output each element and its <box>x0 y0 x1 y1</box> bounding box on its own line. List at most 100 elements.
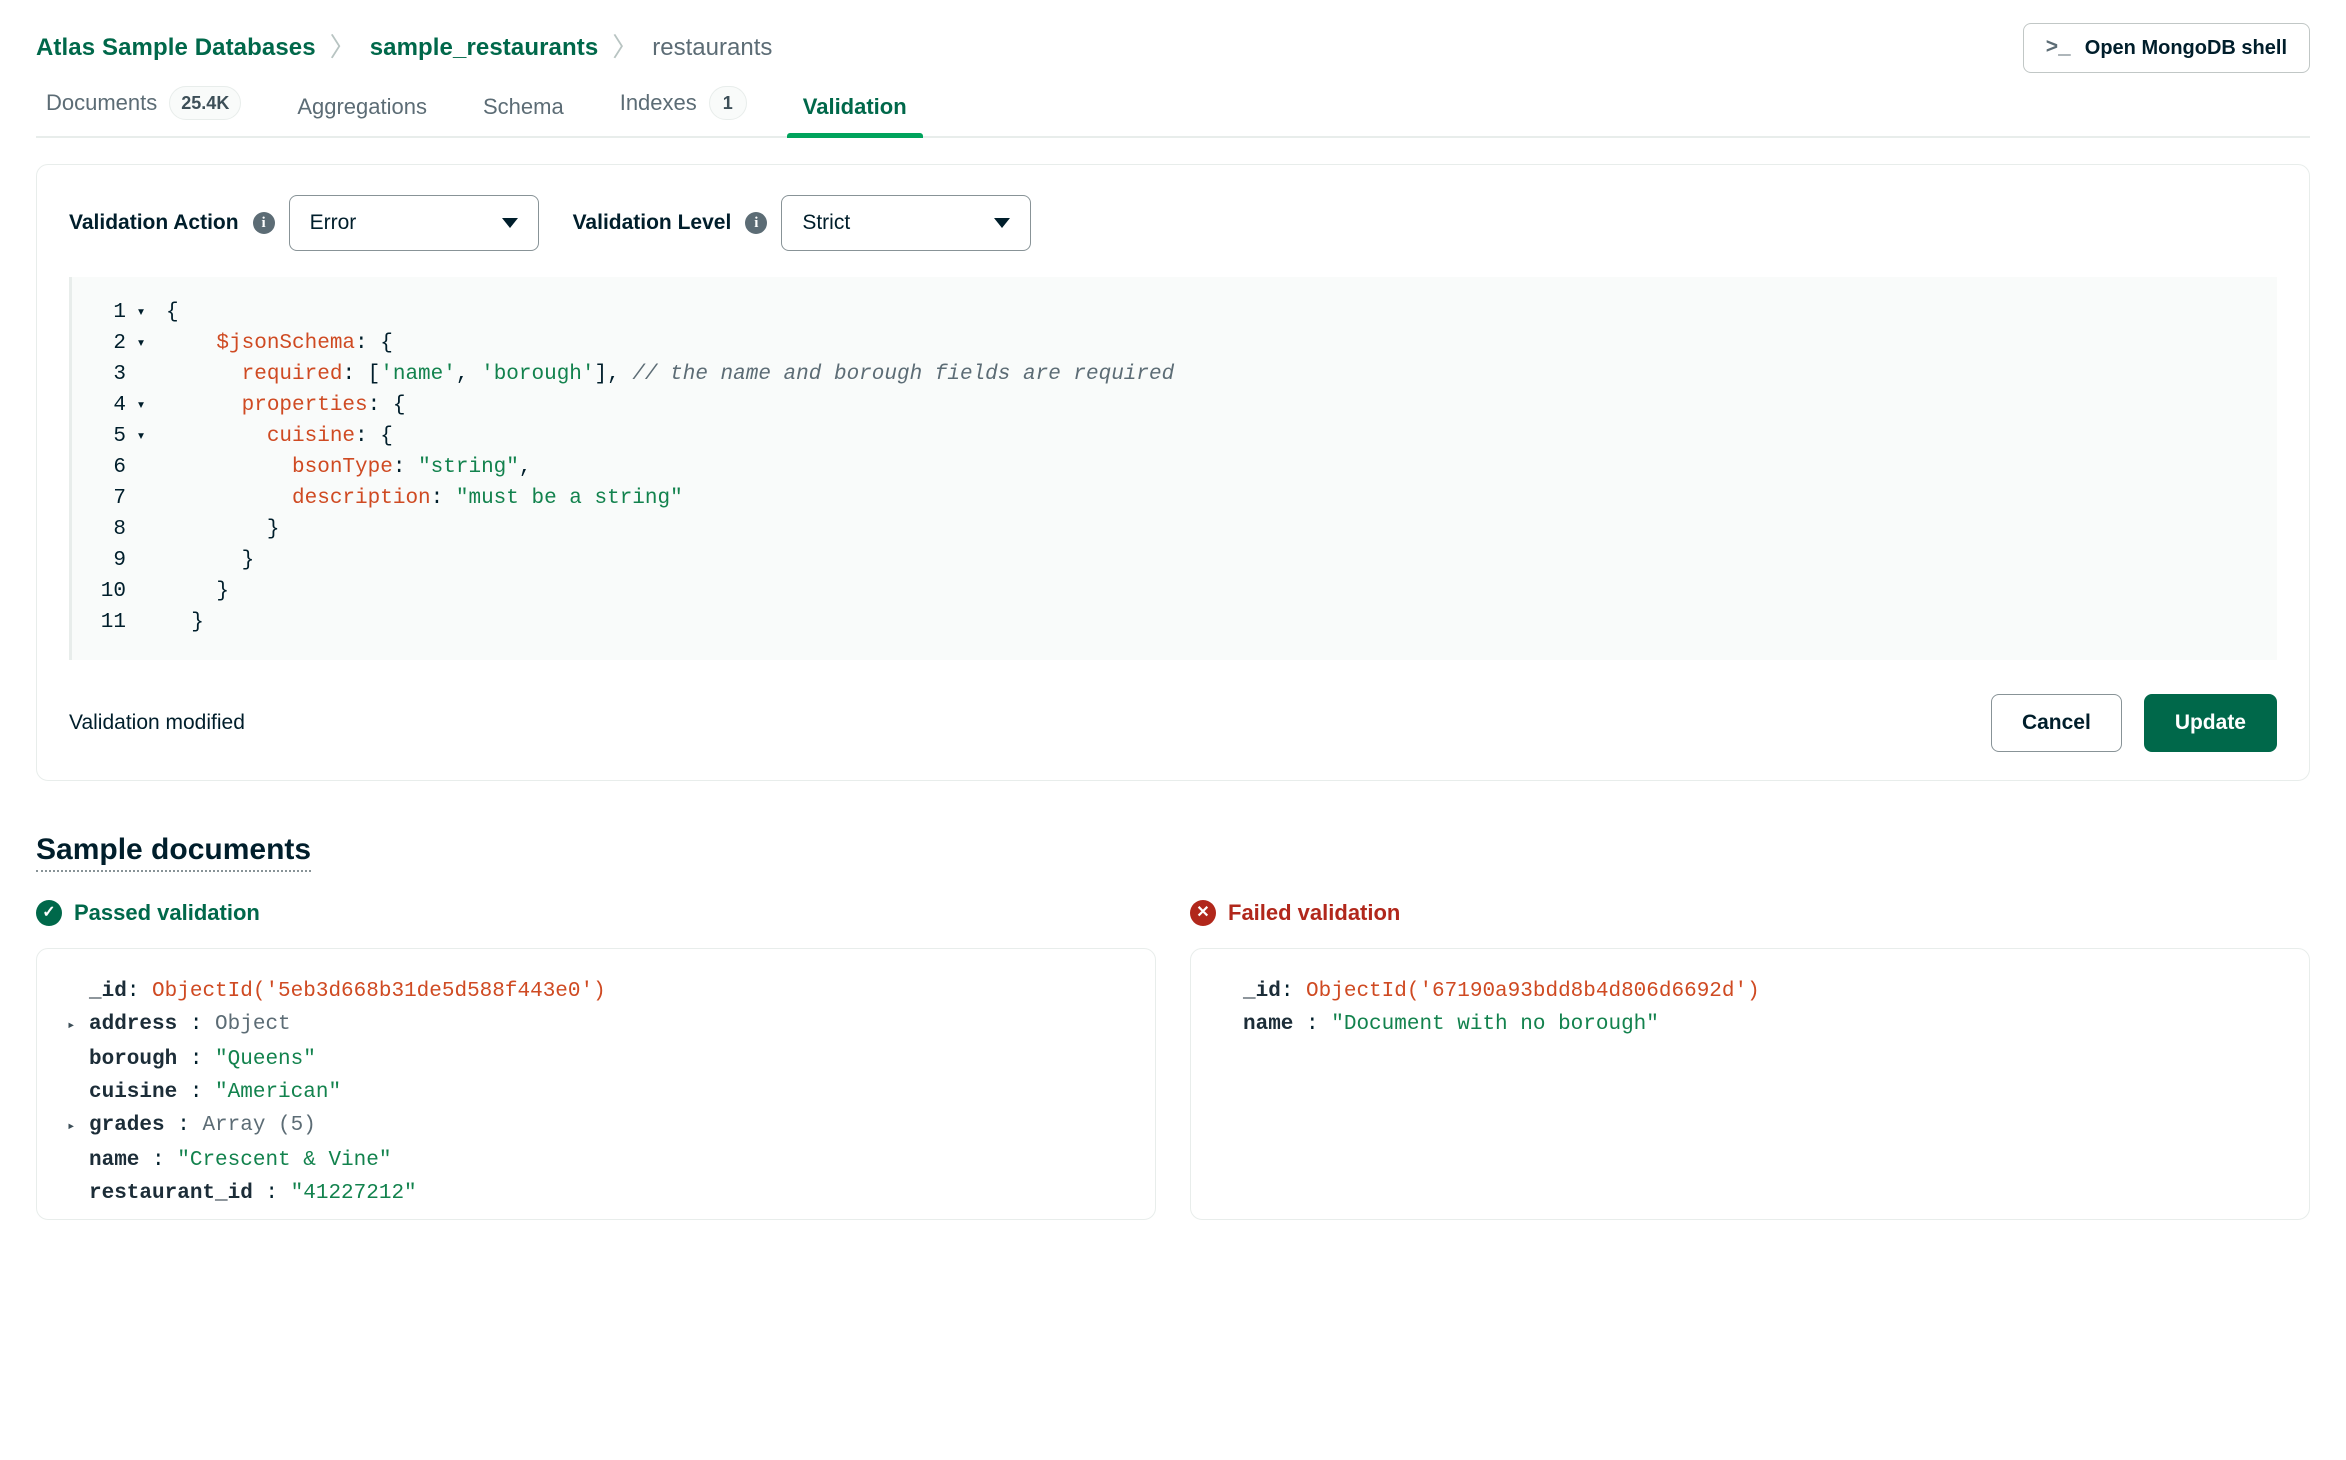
code-text: required: ['name', 'borough'], // the na… <box>166 363 1175 386</box>
update-button[interactable]: Update <box>2143 694 2277 752</box>
document-field-key: _id <box>89 980 127 1003</box>
document-field-value: ObjectId('5eb3d668b31de5d588f443e0') <box>152 980 606 1003</box>
tab-schema[interactable]: Schema <box>455 94 592 136</box>
document-field-value: "Document with no borough" <box>1331 1013 1659 1036</box>
passed-document-card[interactable]: _id: ObjectId('5eb3d668b31de5d588f443e0'… <box>36 948 1156 1220</box>
validation-status-text: Validation modified <box>69 711 245 734</box>
line-number: 11 <box>100 611 126 634</box>
document-field-value: ObjectId('67190a93bdd8b4d806d6692d') <box>1306 980 1760 1003</box>
top-bar: Atlas Sample Databases 〉 sample_restaura… <box>36 0 2310 73</box>
document-field-key: _id <box>1243 980 1281 1003</box>
document-field-value: "41227212" <box>290 1182 417 1205</box>
document-field-separator: : <box>177 1013 216 1036</box>
code-line: 3 required: ['name', 'borough'], // the … <box>72 359 2277 390</box>
document-field-key: name <box>1243 1013 1294 1036</box>
cancel-button[interactable]: Cancel <box>1990 694 2122 752</box>
document-field-value: "Crescent & Vine" <box>177 1149 392 1172</box>
fold-toggle-icon[interactable]: ▾ <box>126 328 156 359</box>
document-field-separator: : <box>164 1114 203 1137</box>
tab-indexes-label: Indexes <box>619 90 697 115</box>
document-field-key: address <box>89 1013 178 1036</box>
open-mongodb-shell-button[interactable]: >_ Open MongoDB shell <box>2022 23 2310 73</box>
info-icon[interactable]: i <box>252 212 275 234</box>
validation-level-value: Strict <box>802 211 851 234</box>
validation-action-label: Validation Action <box>69 211 239 234</box>
document-field-row: ▸ grades : Array (5) <box>67 1109 1125 1144</box>
document-field-row: ▸ address : Object <box>67 1008 1125 1043</box>
line-number: 1 <box>113 301 126 324</box>
passed-validation-status: ✓ Passed validation <box>36 900 1156 926</box>
document-field-row: borough : "Queens" <box>67 1043 1125 1076</box>
document-field-key: restaurant_id <box>89 1182 253 1205</box>
document-field-key: borough <box>89 1048 178 1071</box>
code-line: 7 description: "must be a string" <box>72 483 2277 514</box>
code-text: } <box>166 518 280 541</box>
document-field-row: _id: ObjectId('5eb3d668b31de5d588f443e0'… <box>67 975 1125 1008</box>
line-number: 10 <box>100 580 126 603</box>
expand-arrow-icon[interactable]: ▸ <box>67 1111 89 1144</box>
line-number: 7 <box>113 487 126 510</box>
passed-validation-column: ✓ Passed validation _id: ObjectId('5eb3d… <box>36 900 1156 1220</box>
line-number: 9 <box>113 549 126 572</box>
code-line: 4 ▾ properties: { <box>72 390 2277 421</box>
passed-validation-label: Passed validation <box>74 900 260 925</box>
fold-toggle-icon[interactable]: ▾ <box>126 297 156 328</box>
document-field-row: name : "Document with no borough" <box>1221 1008 2279 1041</box>
validation-action-value: Error <box>309 211 357 234</box>
code-line: 1 ▾ { <box>72 297 2277 328</box>
validation-level-label: Validation Level <box>572 211 732 234</box>
failed-validation-column: ✕ Failed validation _id: ObjectId('67190… <box>1190 900 2310 1220</box>
validation-level-select[interactable]: Strict <box>781 195 1032 251</box>
line-number: 6 <box>113 456 126 479</box>
validation-card: Validation Action i Error Validation Lev… <box>36 164 2310 781</box>
tab-validation-label: Validation <box>802 94 907 119</box>
breadcrumb-separator-icon: 〉 <box>612 32 639 62</box>
document-field-value: Object <box>215 1013 291 1036</box>
document-field-key: grades <box>89 1114 165 1137</box>
validation-controls: Validation Action i Error Validation Lev… <box>69 195 2277 251</box>
failed-validation-label: Failed validation <box>1228 900 1401 925</box>
breadcrumb: Atlas Sample Databases 〉 sample_restaura… <box>36 34 772 62</box>
code-text: properties: { <box>166 394 406 417</box>
document-field-separator: : <box>126 980 153 1003</box>
code-line: 9 } <box>72 545 2277 576</box>
document-field-separator: : <box>252 1182 291 1205</box>
validation-page: Atlas Sample Databases 〉 sample_restaura… <box>0 0 2346 1460</box>
validation-rules-editor[interactable]: 1 ▾{2 ▾ $jsonSchema: {3 required: ['name',… <box>69 277 2277 660</box>
line-number: 8 <box>113 518 126 541</box>
tab-indexes-badge: 1 <box>708 86 747 120</box>
validation-level-group: Validation Level i Strict <box>573 195 1032 251</box>
expand-arrow-icon[interactable]: ▸ <box>67 1010 89 1043</box>
document-field-row: cuisine : "American" <box>67 1076 1125 1109</box>
document-field-row: name : "Crescent & Vine" <box>67 1144 1125 1177</box>
info-icon[interactable]: i <box>745 212 768 234</box>
code-line: 6 bsonType: "string", <box>72 452 2277 483</box>
chevron-down-icon <box>994 218 1011 228</box>
code-line: 2 ▾ $jsonSchema: { <box>72 328 2277 359</box>
breadcrumb-item-database[interactable]: sample_restaurants <box>370 34 599 62</box>
fold-toggle-icon[interactable]: ▾ <box>126 421 156 452</box>
tab-aggregations[interactable]: Aggregations <box>269 94 455 136</box>
validation-footer-actions: Cancel Update <box>1990 694 2277 752</box>
document-field-separator: : <box>1293 1013 1332 1036</box>
validation-action-group: Validation Action i Error <box>69 195 539 251</box>
code-line: 10 } <box>72 576 2277 607</box>
x-circle-icon: ✕ <box>1190 900 1216 926</box>
code-text: description: "must be a string" <box>166 487 683 510</box>
failed-document-card[interactable]: _id: ObjectId('67190a93bdd8b4d806d6692d'… <box>1190 948 2310 1220</box>
breadcrumb-item-database-list[interactable]: Atlas Sample Databases <box>36 34 316 62</box>
tab-documents[interactable]: Documents 25.4K <box>36 86 269 136</box>
document-field-separator: : <box>177 1048 216 1071</box>
validation-card-footer: Validation modified Cancel Update <box>69 694 2277 752</box>
validation-action-select[interactable]: Error <box>288 195 539 251</box>
chevron-down-icon <box>501 218 518 228</box>
tab-validation[interactable]: Validation <box>775 94 935 138</box>
breadcrumb-separator-icon: 〉 <box>329 32 356 62</box>
document-field-row: _id: ObjectId('67190a93bdd8b4d806d6692d'… <box>1221 975 2279 1008</box>
document-field-value: Array (5) <box>202 1114 316 1137</box>
sample-documents-title[interactable]: Sample documents <box>36 833 312 872</box>
document-field-separator: : <box>1280 980 1307 1003</box>
tab-indexes[interactable]: Indexes 1 <box>592 86 775 136</box>
fold-toggle-icon[interactable]: ▾ <box>126 390 156 421</box>
line-number: 4 <box>113 394 126 417</box>
